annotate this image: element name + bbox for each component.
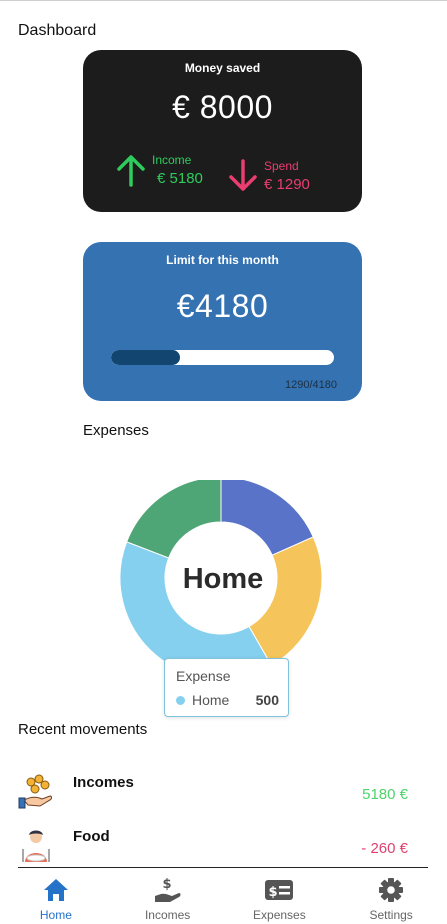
money-saved-card: Money saved € 8000 Income € 5180 Spend €… — [83, 50, 362, 212]
bill-icon: $ — [265, 880, 294, 900]
spend-value: € 1290 — [264, 176, 310, 193]
income-summary: Income € 5180 — [116, 153, 203, 187]
nav-expenses[interactable]: $ Expenses — [224, 868, 336, 924]
movement-name-incomes: Incomes — [73, 774, 134, 791]
donut-svg[interactable]: Home — [118, 476, 324, 680]
income-value: € 5180 — [157, 170, 203, 187]
limit-title: Limit for this month — [166, 253, 279, 267]
person-eating-icon — [22, 830, 50, 862]
nav-settings[interactable]: Settings — [335, 868, 447, 924]
limit-progress-fill — [111, 350, 180, 365]
movement-row-food[interactable]: Food - 260 € — [18, 826, 413, 872]
recent-movements-heading: Recent movements — [18, 721, 148, 738]
expenses-heading: Expenses — [83, 422, 149, 439]
gear-icon — [379, 878, 404, 902]
nav-incomes-label: Incomes — [144, 908, 191, 922]
tooltip-row: Home 500 — [176, 692, 279, 708]
money-saved-title: Money saved — [184, 61, 261, 75]
nav-incomes[interactable]: $ Incomes — [112, 868, 224, 924]
svg-text:$: $ — [162, 877, 171, 892]
spend-summary: Spend € 1290 — [228, 159, 310, 193]
money-saved-amount: € 8000 — [172, 89, 273, 125]
nav-expenses-label: Expenses — [253, 908, 306, 922]
tooltip-title: Expense — [176, 668, 231, 684]
top-divider — [0, 0, 447, 1]
income-label: Income — [152, 153, 192, 167]
home-icon — [43, 879, 68, 901]
arrow-down-icon — [229, 159, 257, 191]
page-title: Dashboard — [18, 22, 97, 39]
tooltip-category: Home — [192, 692, 230, 708]
movement-amount-incomes: 5180 € — [362, 786, 408, 803]
nav-home[interactable]: Home — [0, 868, 112, 924]
limit-progress-bar — [111, 350, 334, 365]
movement-amount-food: - 260 € — [361, 840, 408, 857]
donut-slice-home[interactable] — [119, 541, 273, 680]
tooltip-color-dot — [176, 695, 185, 705]
arrow-up-icon — [117, 155, 145, 187]
expenses-donut-chart[interactable]: Home — [118, 476, 324, 680]
donut-slice-4[interactable] — [126, 476, 222, 559]
limit-amount: €4180 — [176, 288, 269, 324]
donut-center-label: Home — [183, 563, 264, 595]
nav-settings-label: Settings — [369, 908, 413, 922]
movement-row-incomes[interactable]: Incomes 5180 € — [18, 772, 413, 818]
monthly-limit-card: Limit for this month €4180 1290/4180 — [83, 242, 362, 401]
movement-name-food: Food — [73, 828, 110, 845]
money-hand-icon — [18, 774, 52, 809]
dollar-hand-icon: $ — [154, 877, 181, 902]
chart-tooltip: Expense Home 500 — [164, 658, 289, 717]
bottom-nav: Home $ Incomes $ Expenses Settings — [0, 868, 447, 924]
limit-progress-text: 1290/4180 — [285, 379, 337, 391]
svg-text:$: $ — [269, 885, 278, 900]
nav-home-label: Home — [39, 908, 72, 922]
spend-label: Spend — [264, 159, 299, 173]
tooltip-value: 500 — [255, 692, 279, 708]
